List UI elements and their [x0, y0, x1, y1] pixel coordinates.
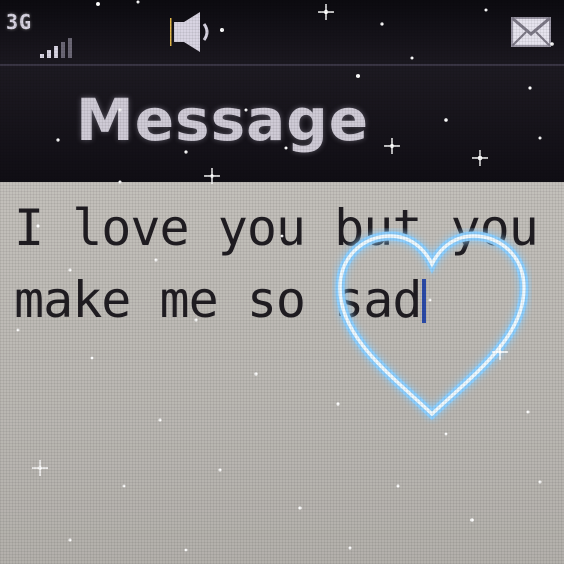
- envelope-icon: [511, 16, 551, 47]
- status-bar: 3G: [0, 0, 564, 64]
- signal-bars-icon: [40, 38, 72, 58]
- heart-outline-icon: [335, 231, 529, 421]
- network-type-label: 3G: [6, 10, 33, 34]
- page-title: Message: [76, 86, 370, 154]
- phone-screen: 3G Message I love you but you make me so…: [0, 0, 564, 564]
- speaker-icon: [170, 12, 209, 52]
